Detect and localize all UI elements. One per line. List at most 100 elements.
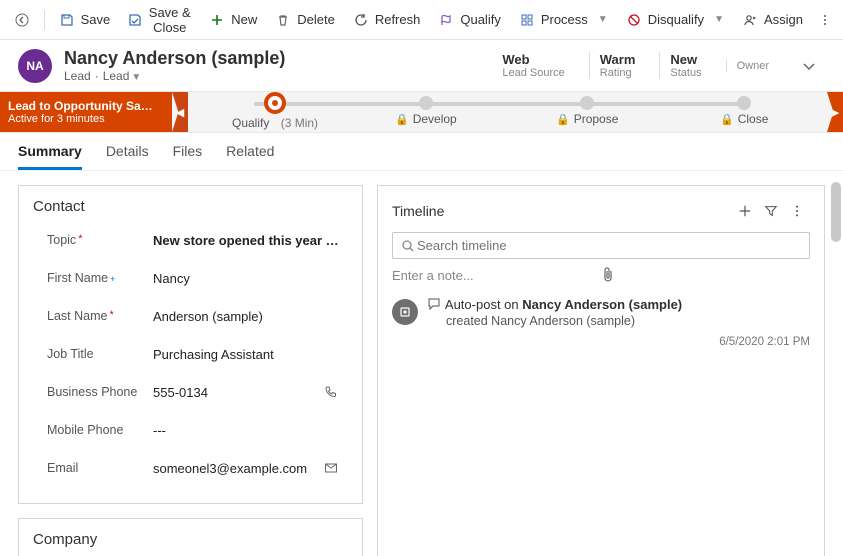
save-icon bbox=[59, 12, 75, 28]
lock-icon: 🔒 bbox=[395, 113, 409, 126]
contact-section: Contact Topic* New store opened this yea… bbox=[18, 185, 363, 504]
avatar: NA bbox=[18, 49, 52, 83]
phone-icon[interactable] bbox=[324, 385, 348, 399]
timeline-add-button[interactable] bbox=[732, 198, 758, 224]
avatar-initials: NA bbox=[26, 59, 43, 73]
timeline-more-button[interactable] bbox=[784, 198, 810, 224]
disqualify-icon bbox=[626, 12, 642, 28]
timeline-title: Timeline bbox=[392, 203, 732, 219]
bpf-stage-close[interactable]: 🔒Close bbox=[720, 92, 768, 132]
save-close-icon bbox=[128, 12, 142, 28]
field-email[interactable]: Email someonel3@example.com bbox=[33, 449, 348, 487]
header-field-rating[interactable]: WarmRating bbox=[589, 52, 646, 79]
refresh-icon bbox=[353, 12, 369, 28]
bpf-next-button[interactable]: ▶ bbox=[827, 92, 843, 132]
field-jobtitle[interactable]: Job Title Purchasing Assistant bbox=[33, 335, 348, 373]
form-tabs: Summary Details Files Related bbox=[0, 133, 843, 171]
bpf-stage-develop[interactable]: 🔒Develop bbox=[395, 92, 457, 132]
tab-related[interactable]: Related bbox=[226, 143, 274, 170]
delete-label: Delete bbox=[297, 12, 335, 27]
stage-label: Close bbox=[738, 112, 769, 126]
required-indicator: * bbox=[109, 309, 113, 321]
lock-icon: 🔒 bbox=[556, 113, 570, 126]
bpf-prev-button[interactable]: ◀ bbox=[172, 92, 188, 132]
bpf-stage-propose[interactable]: 🔒 Propose bbox=[556, 92, 618, 132]
disqualify-button[interactable]: Disqualify▼ bbox=[618, 6, 732, 34]
header-field-label: Rating bbox=[600, 67, 636, 79]
stage-label: Qualify bbox=[232, 116, 269, 130]
scrollbar-thumb[interactable] bbox=[831, 182, 841, 242]
save-label: Save bbox=[81, 12, 111, 27]
delete-button[interactable]: Delete bbox=[267, 6, 343, 34]
timeline-note-entry[interactable]: Enter a note... bbox=[392, 267, 810, 283]
field-firstname[interactable]: First Name+ Nancy bbox=[33, 259, 348, 297]
field-label: First Name bbox=[47, 271, 108, 285]
form-selector[interactable]: Lead▼ bbox=[103, 69, 142, 83]
timeline-filter-button[interactable] bbox=[758, 198, 784, 224]
header-field-value: New bbox=[670, 52, 701, 67]
timeline-search-input[interactable] bbox=[415, 237, 801, 254]
qualify-button[interactable]: Qualify bbox=[430, 6, 508, 34]
bpf-stage-qualify[interactable]: Qualify (3 Min) bbox=[232, 92, 318, 132]
timeline-search[interactable] bbox=[392, 232, 810, 259]
header-field-status[interactable]: NewStatus bbox=[659, 52, 711, 79]
refresh-label: Refresh bbox=[375, 12, 421, 27]
email-icon[interactable] bbox=[324, 461, 348, 475]
new-button[interactable]: New bbox=[201, 6, 265, 34]
field-value: someonel3@example.com bbox=[153, 461, 324, 476]
save-button[interactable]: Save bbox=[51, 6, 119, 34]
field-topic[interactable]: Topic* New store opened this year - f... bbox=[33, 221, 348, 259]
section-title: Contact bbox=[33, 198, 348, 215]
separator bbox=[44, 10, 45, 30]
stage-dot bbox=[737, 96, 751, 110]
field-mobilephone[interactable]: Mobile Phone --- bbox=[33, 411, 348, 449]
field-businessphone[interactable]: Business Phone 555-0134 bbox=[33, 373, 348, 411]
plus-icon bbox=[209, 12, 225, 28]
field-value: Nancy bbox=[153, 271, 348, 286]
bpf-flag[interactable]: Lead to Opportunity Sale... Active for 3… bbox=[0, 92, 172, 132]
form-name: Lead bbox=[103, 69, 130, 83]
tab-details[interactable]: Details bbox=[106, 143, 149, 170]
tab-summary[interactable]: Summary bbox=[18, 143, 82, 170]
timeline-item[interactable]: Auto-post on Nancy Anderson (sample) cre… bbox=[392, 297, 810, 348]
chevron-left-icon bbox=[14, 12, 30, 28]
record-title: Nancy Anderson (sample) bbox=[64, 48, 480, 69]
entity-label: Lead bbox=[64, 69, 91, 83]
stage-dot bbox=[580, 96, 594, 110]
qualify-label: Qualify bbox=[460, 12, 500, 27]
header-fields: WebLead Source WarmRating NewStatus Owne… bbox=[492, 52, 825, 79]
bpf-track bbox=[254, 102, 745, 106]
chevron-down-icon: ▼ bbox=[714, 14, 724, 25]
field-label: Last Name bbox=[47, 309, 107, 323]
header-field-leadsource[interactable]: WebLead Source bbox=[492, 52, 574, 79]
trash-icon bbox=[275, 12, 291, 28]
back-button[interactable] bbox=[6, 6, 38, 34]
overflow-button[interactable] bbox=[813, 6, 837, 34]
field-label: Topic bbox=[47, 233, 76, 247]
tab-files[interactable]: Files bbox=[173, 143, 203, 170]
chevron-down-icon: ▼ bbox=[131, 72, 141, 83]
refresh-button[interactable]: Refresh bbox=[345, 6, 429, 34]
field-value: Anderson (sample) bbox=[153, 309, 348, 324]
header-field-owner[interactable]: Owner bbox=[726, 60, 779, 72]
field-label: Job Title bbox=[47, 347, 94, 361]
dot-separator: · bbox=[95, 69, 99, 83]
field-label: Email bbox=[47, 461, 78, 475]
bpf-duration: Active for 3 minutes bbox=[8, 113, 154, 125]
save-close-button[interactable]: Save & Close bbox=[120, 0, 199, 41]
attachment-icon[interactable] bbox=[601, 267, 810, 283]
bpf-bar: Lead to Opportunity Sale... Active for 3… bbox=[0, 91, 843, 133]
field-lastname[interactable]: Last Name* Anderson (sample) bbox=[33, 297, 348, 335]
assign-button[interactable]: Assign bbox=[734, 6, 811, 34]
required-indicator: * bbox=[78, 233, 82, 245]
recommended-indicator: + bbox=[110, 274, 115, 284]
header-field-value: Warm bbox=[600, 52, 636, 67]
company-section: Company bbox=[18, 518, 363, 556]
header-field-value: Web bbox=[502, 52, 564, 67]
process-button[interactable]: Process▼ bbox=[511, 6, 616, 34]
qualify-icon bbox=[438, 12, 454, 28]
note-placeholder: Enter a note... bbox=[392, 268, 601, 283]
record-header: NA Nancy Anderson (sample) Lead · Lead▼ … bbox=[0, 40, 843, 91]
header-expand-button[interactable] bbox=[793, 54, 825, 78]
stage-label: Propose bbox=[574, 112, 619, 126]
